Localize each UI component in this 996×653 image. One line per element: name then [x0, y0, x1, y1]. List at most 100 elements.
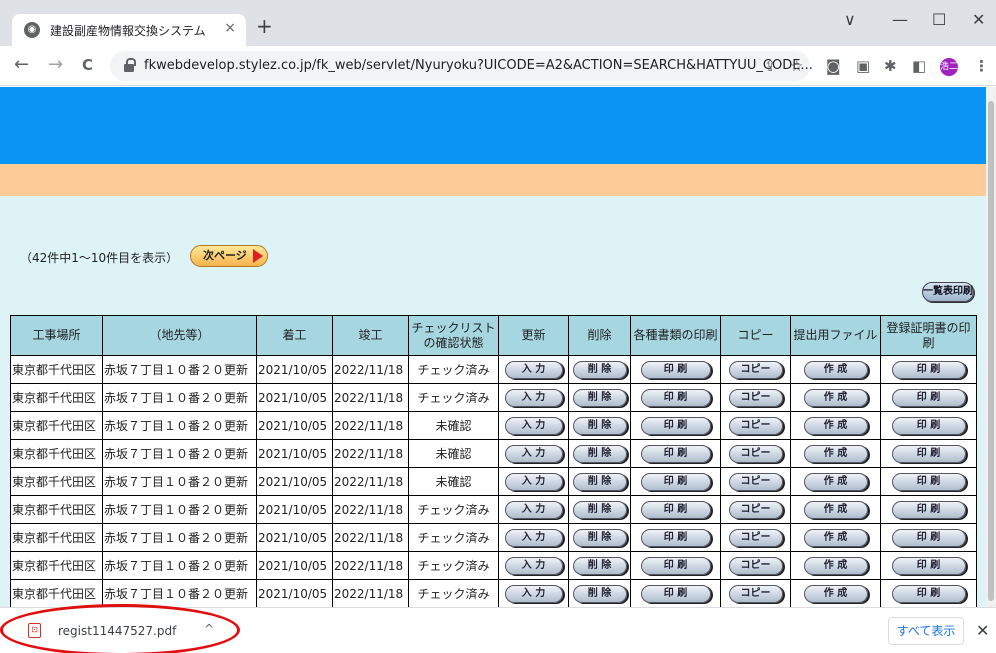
- download-item[interactable]: ⊡ regist11447527.pdf ^: [22, 620, 232, 642]
- cell-detail: 赤坂７丁目１０番２０更新: [102, 383, 257, 412]
- extension-icon[interactable]: ▣: [856, 57, 870, 75]
- cert-print-button[interactable]: 印 刷: [891, 556, 966, 575]
- window-close-icon[interactable]: ✕: [972, 10, 985, 29]
- delete-button[interactable]: 削 除: [572, 584, 627, 603]
- address-bar[interactable]: fkwebdevelop.stylez.co.jp/fk_web/servlet…: [110, 51, 813, 81]
- chevron-up-icon[interactable]: ^: [204, 622, 214, 636]
- create-button[interactable]: 作 成: [803, 444, 868, 463]
- delete-button[interactable]: 削 除: [572, 528, 627, 547]
- cell-start: 2021/10/05: [256, 411, 333, 440]
- cert-print-button[interactable]: 印 刷: [891, 528, 966, 547]
- print-button[interactable]: 印 刷: [640, 416, 711, 435]
- maximize-icon[interactable]: ☐: [932, 10, 946, 29]
- update-button[interactable]: 入 力: [504, 388, 563, 407]
- delete-button[interactable]: 削 除: [572, 444, 627, 463]
- back-arrow-icon[interactable]: ←: [14, 55, 29, 75]
- update-button[interactable]: 入 力: [504, 556, 563, 575]
- download-shelf: ⊡ regist11447527.pdf ^: [0, 607, 996, 653]
- print-button[interactable]: 印 刷: [640, 472, 711, 491]
- profile-avatar[interactable]: 浩二: [940, 58, 958, 76]
- create-button[interactable]: 作 成: [803, 360, 868, 379]
- cert-print-button[interactable]: 印 刷: [891, 472, 966, 491]
- create-button[interactable]: 作 成: [803, 584, 868, 603]
- create-button[interactable]: 作 成: [803, 528, 868, 547]
- reload-icon[interactable]: C: [82, 55, 93, 75]
- update-button[interactable]: 入 力: [504, 500, 563, 519]
- header-checklist: チェックリスト の確認状態: [408, 315, 499, 356]
- print-button[interactable]: 印 刷: [640, 444, 711, 463]
- delete-button[interactable]: 削 除: [572, 500, 627, 519]
- copy-button[interactable]: コピー: [728, 556, 783, 575]
- print-button[interactable]: 印 刷: [640, 388, 711, 407]
- cert-print-button[interactable]: 印 刷: [891, 584, 966, 603]
- list-print-button[interactable]: 一覧表印刷: [922, 282, 974, 302]
- copy-button[interactable]: コピー: [728, 584, 783, 603]
- create-button[interactable]: 作 成: [803, 388, 868, 407]
- create-button[interactable]: 作 成: [803, 500, 868, 519]
- sidebar-icon[interactable]: ◧: [912, 57, 926, 75]
- update-button[interactable]: 入 力: [504, 444, 563, 463]
- cell-cert-print-button: 印 刷: [880, 579, 977, 607]
- cell-status: チェック済み: [408, 495, 499, 524]
- cert-print-button[interactable]: 印 刷: [891, 388, 966, 407]
- cert-print-button[interactable]: 印 刷: [891, 444, 966, 463]
- copy-button[interactable]: コピー: [728, 472, 783, 491]
- table-row: 東京都千代田区 赤坂７丁目１０番２０更新 2021/10/05 2022/11/18 未…: [10, 411, 977, 440]
- cell-start: 2021/10/05: [256, 523, 333, 552]
- cell-update-button: 入 力: [498, 355, 569, 384]
- update-button[interactable]: 入 力: [504, 416, 563, 435]
- cell-start: 2021/10/05: [256, 439, 333, 468]
- delete-button[interactable]: 削 除: [572, 416, 627, 435]
- cert-print-button[interactable]: 印 刷: [891, 416, 966, 435]
- create-button[interactable]: 作 成: [803, 556, 868, 575]
- cell-detail: 赤坂７丁目１０番２０更新: [102, 579, 257, 607]
- menu-icon[interactable]: ⋮: [974, 57, 989, 75]
- delete-button[interactable]: 削 除: [572, 556, 627, 575]
- new-tab-button[interactable]: +: [256, 16, 273, 36]
- copy-button[interactable]: コピー: [728, 500, 783, 519]
- browser-tab[interactable]: ◉ 建設副産物情報交換システム ×: [12, 14, 246, 46]
- cert-print-button[interactable]: 印 刷: [891, 360, 966, 379]
- next-page-button[interactable]: 次ページ: [190, 245, 268, 267]
- create-button[interactable]: 作 成: [803, 416, 868, 435]
- tab-search-chevron-icon[interactable]: ∨: [844, 10, 856, 29]
- cell-place: 東京都千代田区: [10, 383, 103, 412]
- print-button[interactable]: 印 刷: [640, 500, 711, 519]
- camera-icon[interactable]: ◙: [826, 57, 841, 75]
- forward-arrow-icon[interactable]: →: [48, 55, 63, 75]
- tab-close-icon[interactable]: ×: [224, 20, 236, 36]
- copy-button[interactable]: コピー: [728, 528, 783, 547]
- share-icon[interactable]: ⇪: [764, 57, 777, 75]
- delete-button[interactable]: 削 除: [572, 360, 627, 379]
- puzzle-icon[interactable]: ✱: [884, 57, 897, 75]
- cell-detail: 赤坂７丁目１０番２０更新: [102, 495, 257, 524]
- cell-place: 東京都千代田区: [10, 495, 103, 524]
- update-button[interactable]: 入 力: [504, 584, 563, 603]
- copy-button[interactable]: コピー: [728, 360, 783, 379]
- cell-place: 東京都千代田区: [10, 551, 103, 580]
- delete-button[interactable]: 削 除: [572, 388, 627, 407]
- copy-button[interactable]: コピー: [728, 416, 783, 435]
- update-button[interactable]: 入 力: [504, 528, 563, 547]
- print-button[interactable]: 印 刷: [640, 528, 711, 547]
- delete-button[interactable]: 削 除: [572, 472, 627, 491]
- scrollbar-thumb[interactable]: [988, 101, 994, 601]
- shelf-close-icon[interactable]: ✕: [976, 621, 989, 640]
- page-scrollbar[interactable]: [986, 87, 996, 607]
- create-button[interactable]: 作 成: [803, 472, 868, 491]
- cell-update-button: 入 力: [498, 439, 569, 468]
- print-button[interactable]: 印 刷: [640, 556, 711, 575]
- table-row: 東京都千代田区 赤坂７丁目１０番２０更新 2021/10/05 2022/11/18 チ…: [10, 383, 977, 412]
- copy-button[interactable]: コピー: [728, 388, 783, 407]
- star-icon[interactable]: ☆: [790, 57, 803, 75]
- show-all-button[interactable]: すべて表示: [888, 617, 964, 645]
- next-page-label: 次ページ: [203, 249, 247, 262]
- print-button[interactable]: 印 刷: [640, 360, 711, 379]
- minimize-icon[interactable]: —: [892, 10, 908, 29]
- update-button[interactable]: 入 力: [504, 472, 563, 491]
- print-button[interactable]: 印 刷: [640, 584, 711, 603]
- copy-button[interactable]: コピー: [728, 444, 783, 463]
- cell-delete-button: 削 除: [568, 523, 631, 552]
- update-button[interactable]: 入 力: [504, 360, 563, 379]
- cert-print-button[interactable]: 印 刷: [891, 500, 966, 519]
